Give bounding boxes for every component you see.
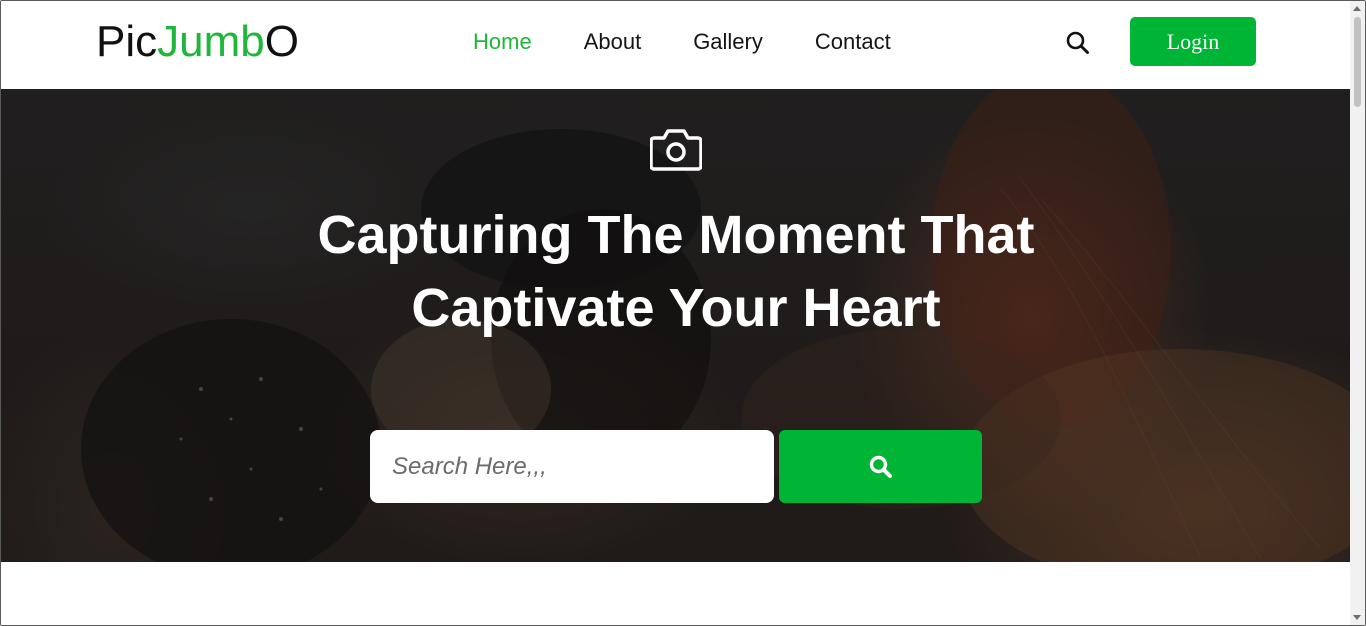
search-icon[interactable] [1064,29,1092,57]
camera-icon [649,126,703,172]
logo-part-pic: Pic [96,17,158,66]
site-logo[interactable]: PicJumbO [96,17,299,67]
scroll-up-arrow-icon[interactable] [1353,6,1361,11]
search-button[interactable] [779,430,982,503]
site-header: PicJumbO Home About Gallery Contact Logi… [1,1,1350,89]
logo-part-o: O [264,17,299,66]
scroll-down-arrow-icon[interactable] [1353,615,1361,620]
search-icon [869,455,892,478]
main-nav: Home About Gallery Contact [473,29,943,55]
nav-contact[interactable]: Contact [815,29,891,55]
nav-about[interactable]: About [584,29,642,55]
search-input[interactable] [370,430,774,503]
login-button[interactable]: Login [1130,17,1256,66]
vertical-scrollbar[interactable] [1350,1,1365,625]
nav-gallery[interactable]: Gallery [693,29,763,55]
page-content-area [1,562,1350,625]
hero-banner: Capturing The Moment That Captivate Your… [1,89,1350,562]
scrollbar-thumb[interactable] [1354,17,1361,107]
hero-content: Capturing The Moment That Captivate Your… [1,89,1350,562]
logo-part-jumb: Jumb [157,17,265,66]
nav-home[interactable]: Home [473,29,532,55]
hero-headline: Capturing The Moment That Captivate Your… [317,205,1035,338]
browser-viewport: PicJumbO Home About Gallery Contact Logi… [0,0,1366,626]
